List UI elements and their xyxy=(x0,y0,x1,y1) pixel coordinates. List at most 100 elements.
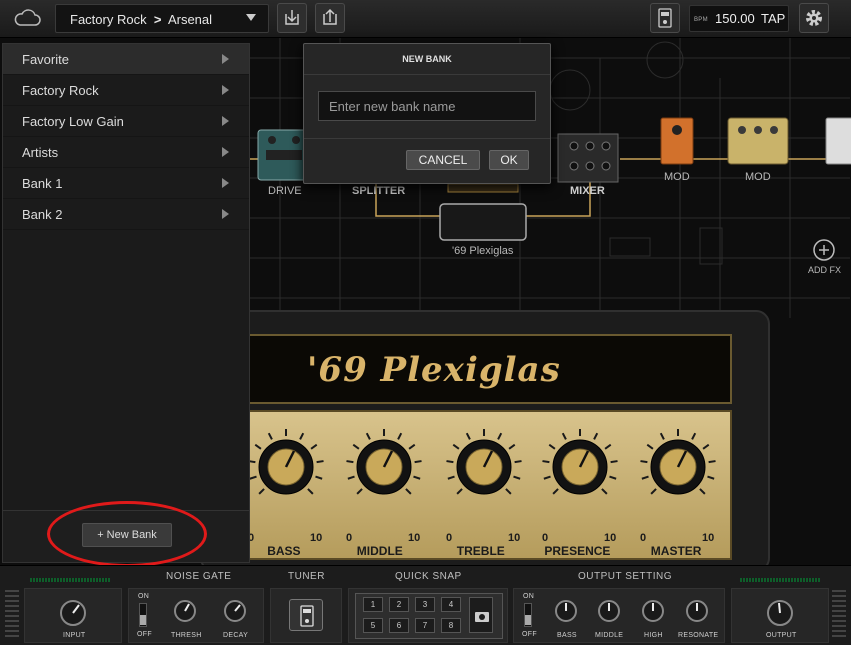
share-preset-button[interactable] xyxy=(315,3,345,33)
pedal-partial[interactable] xyxy=(825,117,851,165)
dialog-divider xyxy=(304,138,550,139)
cancel-button[interactable]: CANCEL xyxy=(406,150,480,170)
snap-slot-2[interactable]: 2 xyxy=(389,597,409,612)
ok-button[interactable]: OK xyxy=(489,150,529,170)
splitter-label: SPLITTER xyxy=(352,185,406,197)
amp-knob-tick xyxy=(267,432,273,440)
dropdown-caret-icon xyxy=(246,14,256,21)
bpm-label: BPM xyxy=(694,17,708,23)
amp-knob-tick xyxy=(601,488,608,495)
bpm-value[interactable]: 150.00 xyxy=(715,11,755,26)
bank-item-favorite[interactable]: Favorite xyxy=(3,44,249,75)
bank-item-label: Artists xyxy=(22,145,59,160)
bank-item-factory-low-gain[interactable]: Factory Low Gain xyxy=(3,106,249,137)
stompbox-icon xyxy=(658,8,672,28)
output-module: OUTPUT xyxy=(731,588,829,643)
amp-knob-tick xyxy=(640,460,648,464)
breadcrumb-chevron-icon: > xyxy=(150,12,166,27)
settings-button[interactable] xyxy=(799,3,829,33)
share-icon xyxy=(323,8,337,25)
tuner-button[interactable] xyxy=(289,599,323,631)
output-middle-label: MIDDLE xyxy=(595,632,624,639)
thresh-label: THRESH xyxy=(171,632,202,639)
preset-bank-label: Factory Rock xyxy=(70,12,147,27)
amp-knob-tick xyxy=(641,475,649,480)
output-high-label: HIGH xyxy=(644,632,663,639)
amp-knob-tick xyxy=(356,488,363,495)
bottom-rack: NOISE GATE TUNER QUICK SNAP OUTPUT SETTI… xyxy=(0,565,851,645)
snap-slot-1[interactable]: 1 xyxy=(363,597,383,612)
output-label: OUTPUT xyxy=(766,632,797,639)
amp-knob-tick xyxy=(352,443,360,450)
add-fx-button[interactable] xyxy=(813,239,835,261)
amp-knob-tick xyxy=(397,432,403,440)
amp-knob-tick xyxy=(542,460,550,464)
bank-item-bank-2[interactable]: Bank 2 xyxy=(3,199,249,230)
cloud-icon[interactable] xyxy=(10,6,44,32)
amp-knob-min: 0 xyxy=(640,532,647,544)
preset-name-label: Arsenal xyxy=(167,12,213,27)
snap-camera-button[interactable] xyxy=(469,597,493,633)
bank-item-bank-1[interactable]: Bank 1 xyxy=(3,168,249,199)
amp-knob-label: BASS xyxy=(267,544,301,558)
amp-knob-label: TREBLE xyxy=(456,544,505,558)
tap-tempo-button[interactable]: TAP xyxy=(761,11,785,26)
bank-item-label: Bank 1 xyxy=(22,176,63,191)
snap-slot-6[interactable]: 6 xyxy=(389,618,409,633)
bank-item-factory-rock[interactable]: Factory Rock xyxy=(3,75,249,106)
tempo-display[interactable]: BPM 150.00 TAP xyxy=(689,5,789,32)
amp-knob-tick xyxy=(702,443,710,450)
mod-pedal-chorus[interactable] xyxy=(727,117,789,165)
amp-block[interactable] xyxy=(439,183,527,241)
snap-slot-7[interactable]: 7 xyxy=(415,618,435,633)
mixer-block[interactable] xyxy=(557,133,619,183)
snap-slot-8[interactable]: 8 xyxy=(441,618,461,633)
download-preset-button[interactable] xyxy=(277,3,307,33)
output-setting-module: ON OFF BASS MIDDLE HIGH RESONATE xyxy=(513,588,725,643)
amp-knob-tick xyxy=(316,460,324,464)
bank-item-label: Factory Low Gain xyxy=(22,114,124,129)
snap-slot-3[interactable]: 3 xyxy=(415,597,435,612)
amp-knob-tick xyxy=(307,488,314,495)
chevron-right-icon xyxy=(222,54,229,64)
mod-pedal-phaser[interactable] xyxy=(660,117,694,165)
amp-head: '69 Plexiglas BASS 0 10 MIDDLE 0 10 TREBLE 0 10 P… xyxy=(200,310,770,565)
preset-selector[interactable]: Factory Rock > Arsenal xyxy=(55,4,269,33)
bank-name-input[interactable] xyxy=(318,91,536,121)
camera-icon xyxy=(475,612,489,622)
amp-knob-label: MIDDLE xyxy=(356,544,403,558)
chevron-right-icon xyxy=(222,178,229,188)
bank-item-artists[interactable]: Artists xyxy=(3,137,249,168)
amp-knob-tick xyxy=(405,488,412,495)
dialog-title: NEW BANK xyxy=(304,44,550,75)
rack-grip-left xyxy=(5,590,19,640)
amp-knob-tick xyxy=(452,443,460,450)
tuner-module xyxy=(270,588,342,643)
amp-knob-tick xyxy=(497,432,503,440)
amp-knob-tick xyxy=(508,443,516,450)
mod1-label: MOD xyxy=(664,171,690,183)
pedalboard-button[interactable] xyxy=(650,3,680,33)
amp-knob-tick xyxy=(258,488,265,495)
amp-knob-tick xyxy=(610,460,618,464)
snap-slot-4[interactable]: 4 xyxy=(441,597,461,612)
top-bar: Factory Rock > Arsenal BPM 150.00 TAP xyxy=(0,0,851,38)
highlight-annotation-ring xyxy=(47,501,207,567)
amp-knob-tick xyxy=(414,460,422,464)
input-module: INPUT xyxy=(24,588,122,643)
amp-knob-max: 10 xyxy=(310,532,323,544)
amp-knob-tick xyxy=(315,475,323,480)
snap-slot-5[interactable]: 5 xyxy=(363,618,383,633)
output-resonate-label: RESONATE xyxy=(678,632,719,639)
amp-knob-tick xyxy=(604,443,612,450)
mixer-label: MIXER xyxy=(570,185,605,197)
bank-item-label: Factory Rock xyxy=(22,83,99,98)
drive-label: DRIVE xyxy=(268,185,302,197)
output-level-meter xyxy=(740,578,820,582)
download-icon xyxy=(285,10,299,25)
amp-knob-tick xyxy=(413,475,421,480)
quick-snap-module: 1 2 3 4 5 6 7 8 xyxy=(348,588,508,643)
tuner-pedal-icon xyxy=(300,605,314,627)
amp-block-label: '69 Plexiglas xyxy=(452,245,514,257)
amp-knob-tick xyxy=(347,475,355,480)
